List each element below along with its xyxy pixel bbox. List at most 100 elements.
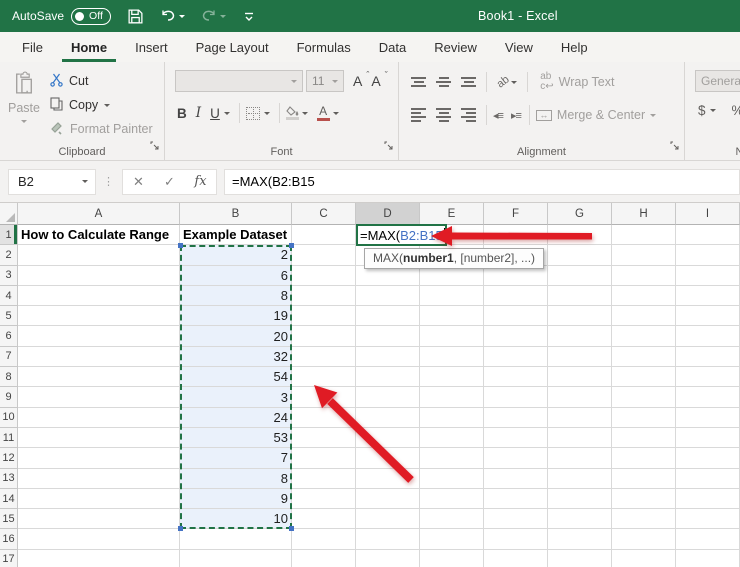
cell-F12[interactable]: [484, 448, 548, 469]
cell-C6[interactable]: [292, 326, 356, 347]
fill-color-button[interactable]: [285, 106, 308, 120]
cell-H3[interactable]: [612, 265, 676, 286]
cell-I15[interactable]: [676, 509, 740, 530]
cell-G7[interactable]: [548, 346, 612, 368]
copy-button[interactable]: Copy: [50, 93, 153, 117]
cell-G2[interactable]: [548, 245, 612, 266]
cell-H17[interactable]: [612, 549, 676, 567]
cell-G14[interactable]: [548, 488, 612, 510]
cell-I2[interactable]: [676, 245, 740, 266]
cell-G12[interactable]: [548, 448, 612, 469]
cell-C5[interactable]: [292, 306, 356, 327]
cell-C1[interactable]: [292, 225, 356, 246]
row-header-9[interactable]: 9: [0, 387, 18, 408]
row-header-13[interactable]: 13: [0, 468, 18, 489]
cell-I7[interactable]: [676, 346, 740, 368]
cell-H12[interactable]: [612, 448, 676, 469]
cell-I16[interactable]: [676, 529, 740, 550]
cell-B1[interactable]: Example Dataset: [180, 225, 292, 246]
undo-dropdown-icon[interactable]: [178, 14, 185, 21]
cell-F15[interactable]: [484, 509, 548, 530]
cell-F7[interactable]: [484, 346, 548, 368]
cell-A17[interactable]: [18, 549, 180, 567]
cell-D5[interactable]: [356, 306, 420, 327]
cell-G10[interactable]: [548, 407, 612, 428]
cell-H15[interactable]: [612, 509, 676, 530]
save-icon[interactable]: [127, 8, 144, 25]
cell-C14[interactable]: [292, 488, 356, 510]
cell-H16[interactable]: [612, 529, 676, 550]
cell-I11[interactable]: [676, 427, 740, 449]
row-header-1[interactable]: 1: [0, 225, 18, 246]
tab-help[interactable]: Help: [552, 32, 597, 62]
column-header-G[interactable]: G: [548, 203, 612, 225]
cell-D14[interactable]: [356, 488, 420, 510]
cell-B13[interactable]: 8: [180, 468, 292, 489]
font-color-button[interactable]: A: [316, 105, 339, 121]
cell-E11[interactable]: [420, 427, 484, 449]
tab-formulas[interactable]: Formulas: [288, 32, 360, 62]
cell-B16[interactable]: [180, 529, 292, 550]
formula-bar-handle[interactable]: ⋮: [103, 175, 115, 188]
fill-color-dropdown-icon[interactable]: [301, 111, 308, 118]
alignment-dialog-launcher-icon[interactable]: [670, 138, 680, 156]
cell-E15[interactable]: [420, 509, 484, 530]
increase-font-size-button[interactable]: Aˆ: [353, 70, 369, 89]
font-dialog-launcher-icon[interactable]: [384, 138, 394, 156]
align-left-button[interactable]: [411, 108, 426, 122]
tab-home[interactable]: Home: [62, 32, 116, 62]
cell-G13[interactable]: [548, 468, 612, 489]
undo-button[interactable]: [160, 8, 185, 24]
column-header-D[interactable]: D: [356, 203, 420, 225]
cell-I12[interactable]: [676, 448, 740, 469]
cell-E10[interactable]: [420, 407, 484, 428]
cell-F14[interactable]: [484, 488, 548, 510]
cell-I5[interactable]: [676, 306, 740, 327]
bold-button[interactable]: B: [177, 106, 187, 121]
font-name-combo[interactable]: [175, 70, 303, 92]
cell-E6[interactable]: [420, 326, 484, 347]
cell-B11[interactable]: 53: [180, 427, 292, 449]
italic-button[interactable]: I: [196, 105, 201, 121]
clipboard-dialog-launcher-icon[interactable]: [150, 138, 160, 156]
row-header-15[interactable]: 15: [0, 509, 18, 530]
cell-F1[interactable]: [484, 225, 548, 246]
autosave-toggle[interactable]: AutoSave Off: [12, 7, 111, 25]
active-cell-editor[interactable]: =MAX(B2:B15: [356, 224, 447, 247]
cell-A2[interactable]: [18, 245, 180, 266]
cell-G1[interactable]: [548, 225, 612, 246]
cell-A5[interactable]: [18, 306, 180, 327]
cell-C4[interactable]: [292, 285, 356, 307]
cell-E9[interactable]: [420, 387, 484, 408]
cell-B3[interactable]: 6: [180, 265, 292, 286]
borders-button[interactable]: [245, 106, 270, 120]
cell-D17[interactable]: [356, 549, 420, 567]
cell-A11[interactable]: [18, 427, 180, 449]
cell-A12[interactable]: [18, 448, 180, 469]
borders-dropdown-icon[interactable]: [263, 111, 270, 118]
autosave-pill[interactable]: Off: [71, 7, 111, 25]
cell-G16[interactable]: [548, 529, 612, 550]
tab-insert[interactable]: Insert: [126, 32, 177, 62]
enter-icon[interactable]: ✓: [154, 174, 185, 190]
top-align-button[interactable]: [411, 77, 426, 87]
align-center-button[interactable]: [436, 108, 451, 122]
cell-H14[interactable]: [612, 488, 676, 510]
cell-I14[interactable]: [676, 488, 740, 510]
cell-A14[interactable]: [18, 488, 180, 510]
row-header-5[interactable]: 5: [0, 306, 18, 327]
column-header-E[interactable]: E: [420, 203, 484, 225]
cut-button[interactable]: Cut: [50, 69, 153, 93]
column-header-H[interactable]: H: [612, 203, 676, 225]
select-all-corner[interactable]: [0, 203, 18, 225]
cell-H5[interactable]: [612, 306, 676, 327]
copy-dropdown-icon[interactable]: [104, 103, 111, 110]
row-header-10[interactable]: 10: [0, 407, 18, 428]
cell-B10[interactable]: 24: [180, 407, 292, 428]
cell-E5[interactable]: [420, 306, 484, 327]
row-header-6[interactable]: 6: [0, 326, 18, 347]
cell-I17[interactable]: [676, 549, 740, 567]
cell-B17[interactable]: [180, 549, 292, 567]
tab-file[interactable]: File: [13, 32, 52, 62]
cell-A10[interactable]: [18, 407, 180, 428]
